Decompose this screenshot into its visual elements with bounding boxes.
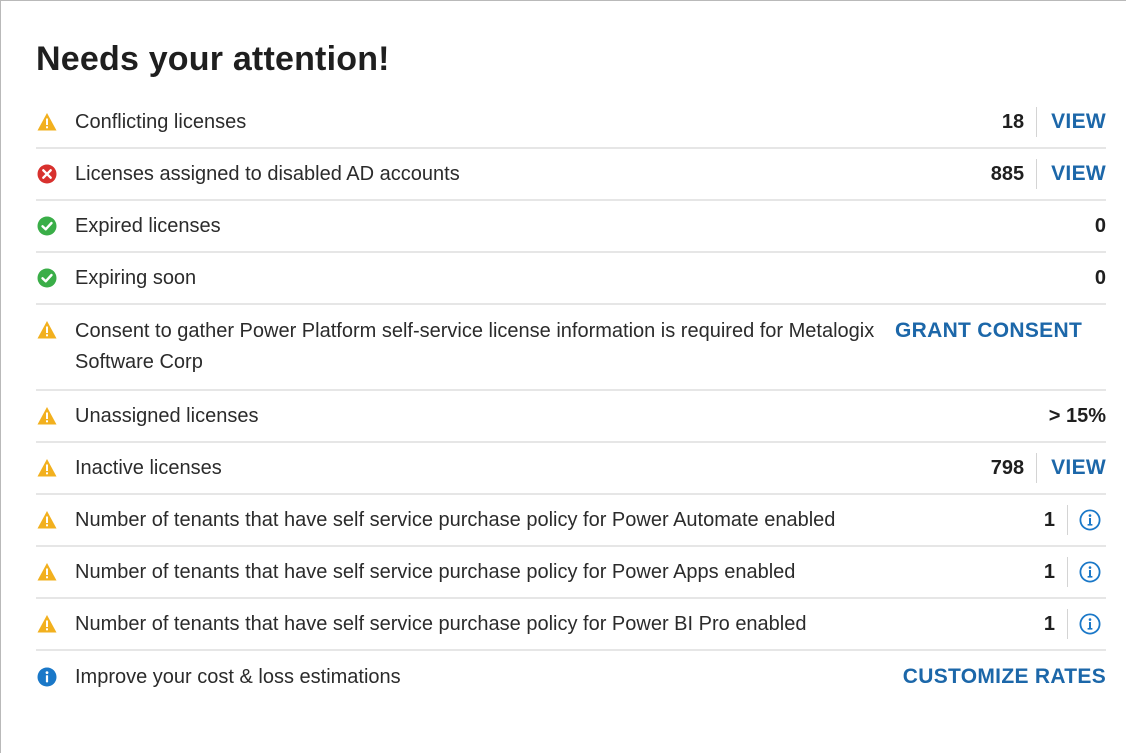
row-count: 885 [990,162,1025,185]
warning-icon [36,405,58,427]
check-icon [36,215,58,237]
row-label: Expired licenses [75,214,221,237]
row-expiring-soon: Expiring soon 0 [36,253,1106,305]
row-label: Conflicting licenses [75,110,247,133]
warning-icon [36,457,58,479]
row-policy-power-bi-pro: Number of tenants that have self service… [36,599,1106,651]
divider [1036,453,1038,483]
warning-icon [36,509,58,531]
row-label: Inactive licenses [75,456,222,479]
warning-icon [36,111,58,133]
row-cost-estimations: Improve your cost & loss estimations CUS… [36,651,1106,703]
info-icon [36,666,58,688]
divider [1036,159,1038,189]
row-count: 1 [1043,612,1055,635]
row-label: Consent to gather Power Platform self-se… [75,320,875,373]
row-label: Unassigned licenses [75,404,259,427]
row-label: Number of tenants that have self service… [75,560,796,583]
row-percentage: > 15% [1048,404,1106,427]
warning-icon [36,319,58,341]
info-circle-icon[interactable] [1078,560,1102,584]
customize-rates-link[interactable]: CUSTOMIZE RATES [903,665,1106,689]
row-unassigned-licenses: Unassigned licenses > 15% [36,391,1106,443]
row-policy-power-automate: Number of tenants that have self service… [36,495,1106,547]
row-label: Number of tenants that have self service… [75,508,836,531]
row-inactive-licenses: Inactive licenses 798 VIEW [36,443,1106,495]
attention-panel: Needs your attention! Conflicting licens… [36,40,1106,703]
row-grant-consent: Consent to gather Power Platform self-se… [36,305,1106,391]
view-inactive-licenses-link[interactable]: VIEW [1051,456,1106,480]
row-count: 0 [1094,214,1106,237]
view-conflicting-licenses-link[interactable]: VIEW [1051,110,1106,134]
row-count: 1 [1043,508,1055,531]
warning-icon [36,613,58,635]
row-label: Licenses assigned to disabled AD account… [75,162,460,185]
info-circle-icon[interactable] [1078,612,1102,636]
info-circle-icon[interactable] [1078,508,1102,532]
row-disabled-ad-accounts: Licenses assigned to disabled AD account… [36,149,1106,201]
row-count: 798 [990,456,1025,479]
row-expired-licenses: Expired licenses 0 [36,201,1106,253]
row-label: Expiring soon [75,266,197,289]
row-label: Improve your cost & loss estimations [75,665,401,688]
check-icon [36,267,58,289]
row-count: 0 [1094,266,1106,289]
error-icon [36,163,58,185]
row-label: Number of tenants that have self service… [75,612,807,635]
row-conflicting-licenses: Conflicting licenses 18 VIEW [36,97,1106,149]
row-count: 18 [1001,110,1025,133]
divider [1036,107,1038,137]
divider [1067,609,1068,639]
row-policy-power-apps: Number of tenants that have self service… [36,547,1106,599]
grant-consent-link[interactable]: GRANT CONSENT [895,319,1082,343]
warning-icon [36,561,58,583]
row-count: 1 [1043,560,1055,583]
attention-list: Conflicting licenses 18 VIEW Licenses as… [36,97,1106,703]
panel-title: Needs your attention! [36,40,390,78]
divider [1067,557,1068,587]
divider [1067,505,1068,535]
view-disabled-ad-accounts-link[interactable]: VIEW [1051,162,1106,186]
